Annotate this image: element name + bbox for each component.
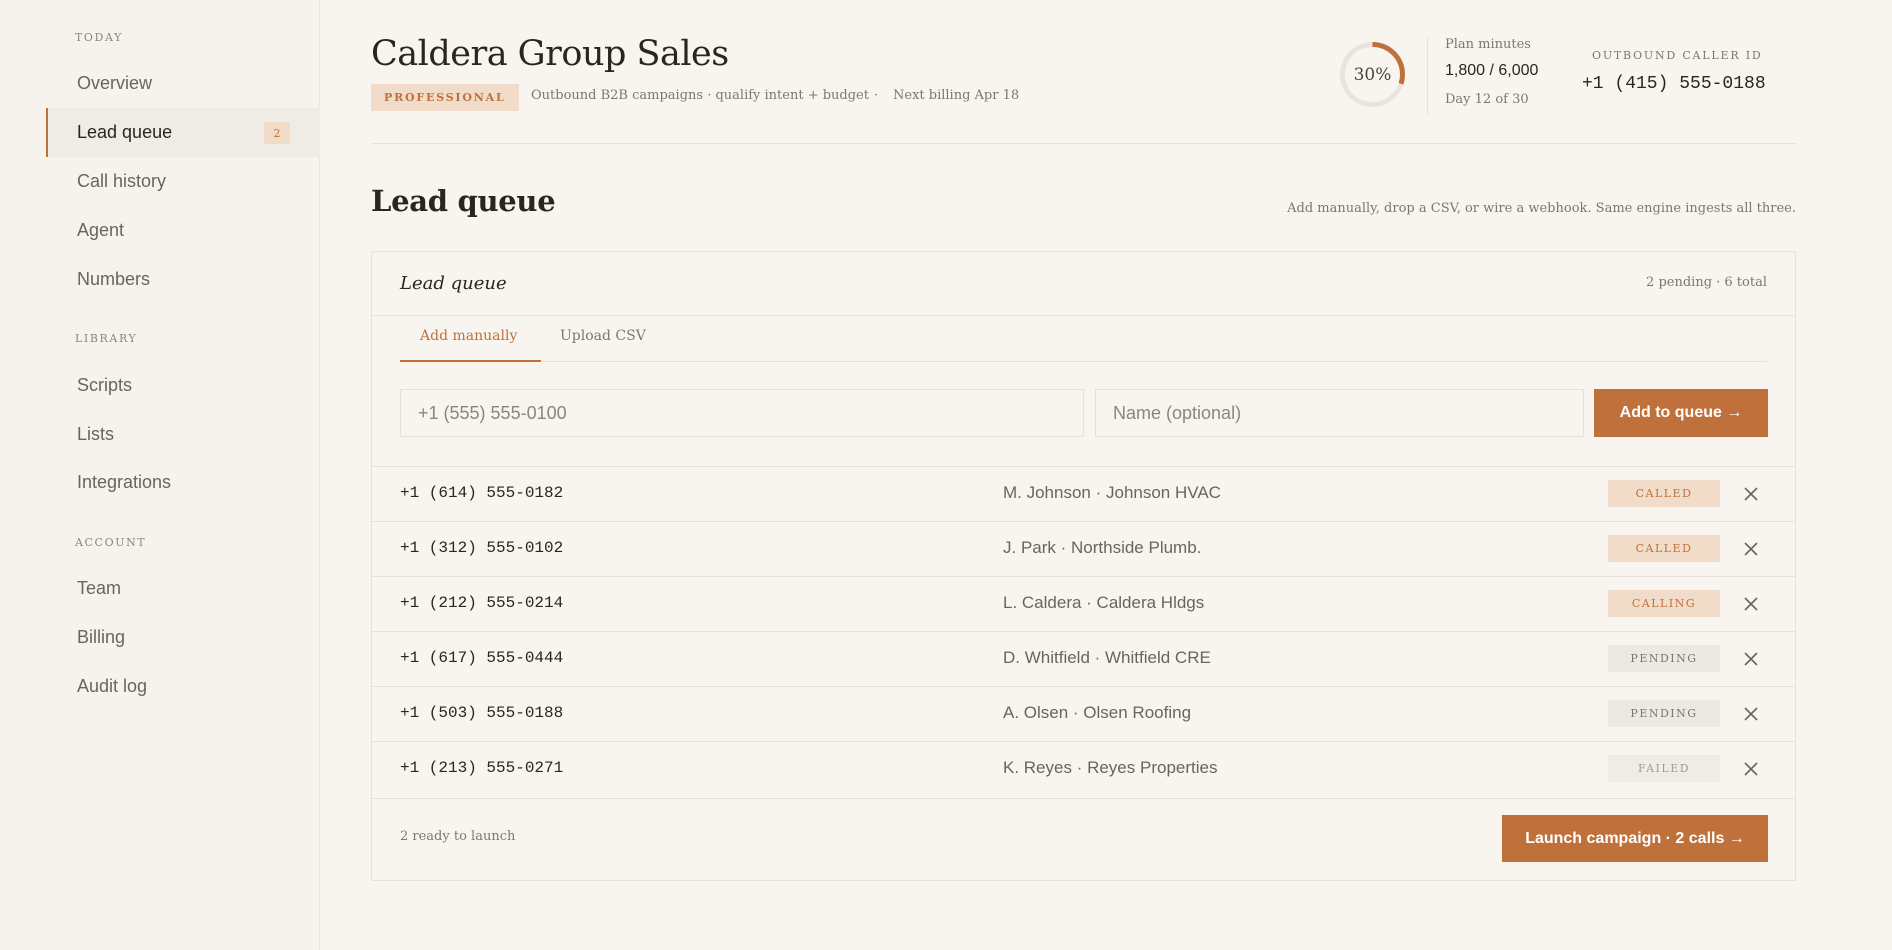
sidebar: TODAY Overview Lead queue 2 Call history… (0, 0, 320, 950)
sidebar-item-scripts[interactable]: Scripts (46, 361, 320, 410)
sidebar-item-label: Lists (77, 424, 115, 444)
status-badge: CALLING (1608, 590, 1720, 617)
phone-input[interactable] (400, 389, 1084, 437)
lead-phone: +1 (617) 555-0444 (400, 649, 564, 667)
lead-phone: +1 (213) 555-0271 (400, 759, 564, 777)
table-row: +1 (617) 555-0444 D. Whitfield · Whitfie… (372, 631, 1795, 686)
sidebar-item-audit-log[interactable]: Audit log (46, 662, 320, 711)
lead-queue-count-badge: 2 (264, 122, 290, 144)
table-row: +1 (213) 555-0271 K. Reyes · Reyes Prope… (372, 741, 1795, 796)
sidebar-item-label: Numbers (77, 269, 151, 289)
usage-ring: 30% (1339, 41, 1406, 108)
status-badge: FAILED (1608, 755, 1720, 782)
main-content: Caldera Group Sales PROFESSIONAL Outboun… (371, 0, 1796, 950)
sidebar-item-lists[interactable]: Lists (46, 410, 320, 459)
sidebar-item-billing[interactable]: Billing (46, 613, 320, 662)
sidebar-item-label: Audit log (77, 676, 148, 696)
page-hint: Add manually, drop a CSV, or wire a webh… (1287, 201, 1796, 216)
card-footer-divider (372, 798, 1795, 799)
campaign-description: Outbound B2B campaigns · qualify intent … (531, 88, 869, 103)
nav-section-account: ACCOUNT (75, 536, 147, 549)
lead-name: L. Caldera · Caldera Hldgs (1003, 593, 1205, 612)
tab-upload-csv[interactable]: Upload CSV (560, 328, 646, 344)
lead-phone: +1 (212) 555-0214 (400, 594, 564, 612)
caller-id-label: OUTBOUND CALLER ID (1592, 49, 1763, 62)
name-input[interactable] (1095, 389, 1584, 437)
sidebar-item-numbers[interactable]: Numbers (46, 255, 320, 304)
table-row: +1 (503) 555-0188 A. Olsen · Olsen Roofi… (372, 686, 1795, 741)
lead-queue-card: Lead queue 2 pending · 6 total Add manua… (371, 251, 1796, 881)
sidebar-item-label: Scripts (77, 375, 133, 395)
org-title: Caldera Group Sales (371, 34, 729, 74)
status-badge: PENDING (1608, 645, 1720, 672)
sidebar-item-label: Integrations (77, 472, 172, 492)
sidebar-item-label: Overview (77, 73, 153, 93)
status-badge: CALLED (1608, 535, 1720, 562)
add-to-queue-button[interactable]: Add to queue → (1594, 389, 1768, 437)
lead-name: K. Reyes · Reyes Properties (1003, 758, 1218, 777)
sidebar-item-agent[interactable]: Agent (46, 206, 320, 255)
table-row: +1 (312) 555-0102 J. Park · Northside Pl… (372, 521, 1795, 576)
sidebar-item-label: Agent (77, 220, 125, 240)
caller-id-value: +1 (415) 555-0188 (1582, 74, 1766, 94)
launch-campaign-button[interactable]: Launch campaign · 2 calls → (1502, 815, 1768, 862)
close-icon[interactable] (1742, 760, 1760, 778)
close-icon[interactable] (1742, 485, 1760, 503)
lead-name: M. Johnson · Johnson HVAC (1003, 483, 1221, 502)
tab-add-manually[interactable]: Add manually (420, 328, 517, 344)
lead-phone: +1 (312) 555-0102 (400, 539, 564, 557)
nav-section-today: TODAY (75, 31, 123, 44)
header-separator: · (874, 88, 879, 103)
sidebar-item-integrations[interactable]: Integrations (46, 458, 320, 507)
close-icon[interactable] (1742, 705, 1760, 723)
page-title: Lead queue (371, 184, 556, 218)
usage-percent: 30% (1353, 64, 1392, 85)
lead-name: J. Park · Northside Plumb. (1003, 538, 1202, 557)
lead-phone: +1 (614) 555-0182 (400, 484, 564, 502)
ready-count: 2 ready to launch (400, 829, 516, 844)
sidebar-item-label: Lead queue (77, 122, 173, 142)
header-divider (1427, 36, 1428, 114)
plan-minutes-value: 1,800 / 6,000 (1445, 62, 1539, 79)
sidebar-item-team[interactable]: Team (46, 564, 320, 613)
sidebar-item-label: Call history (77, 171, 167, 191)
active-tab-indicator (400, 360, 541, 362)
sidebar-item-label: Team (77, 578, 122, 598)
queue-count: 2 pending · 6 total (1646, 275, 1767, 290)
sidebar-item-overview[interactable]: Overview (46, 59, 320, 108)
close-icon[interactable] (1742, 595, 1760, 613)
lead-name: D. Whitfield · Whitfield CRE (1003, 648, 1211, 667)
nav-section-library: LIBRARY (75, 332, 138, 345)
status-badge: PENDING (1608, 700, 1720, 727)
next-billing: Next billing Apr 18 (893, 88, 1020, 103)
table-row: +1 (212) 555-0214 L. Caldera · Caldera H… (372, 576, 1795, 631)
plan-badge: PROFESSIONAL (371, 84, 519, 111)
lead-phone: +1 (503) 555-0188 (400, 704, 564, 722)
card-title: Lead queue (400, 273, 507, 294)
card-header-divider (372, 315, 1795, 316)
lead-name: A. Olsen · Olsen Roofing (1003, 703, 1192, 722)
close-icon[interactable] (1742, 540, 1760, 558)
tabs-divider (400, 361, 1767, 362)
header-rule (371, 143, 1796, 144)
status-badge: CALLED (1608, 480, 1720, 507)
sidebar-item-label: Billing (77, 627, 126, 647)
close-icon[interactable] (1742, 650, 1760, 668)
sidebar-item-call-history[interactable]: Call history (46, 157, 320, 206)
plan-day: Day 12 of 30 (1445, 92, 1529, 107)
sidebar-item-lead-queue[interactable]: Lead queue 2 (46, 108, 320, 157)
plan-minutes-label: Plan minutes (1445, 37, 1531, 52)
table-row: +1 (614) 555-0182 M. Johnson · Johnson H… (372, 466, 1795, 521)
